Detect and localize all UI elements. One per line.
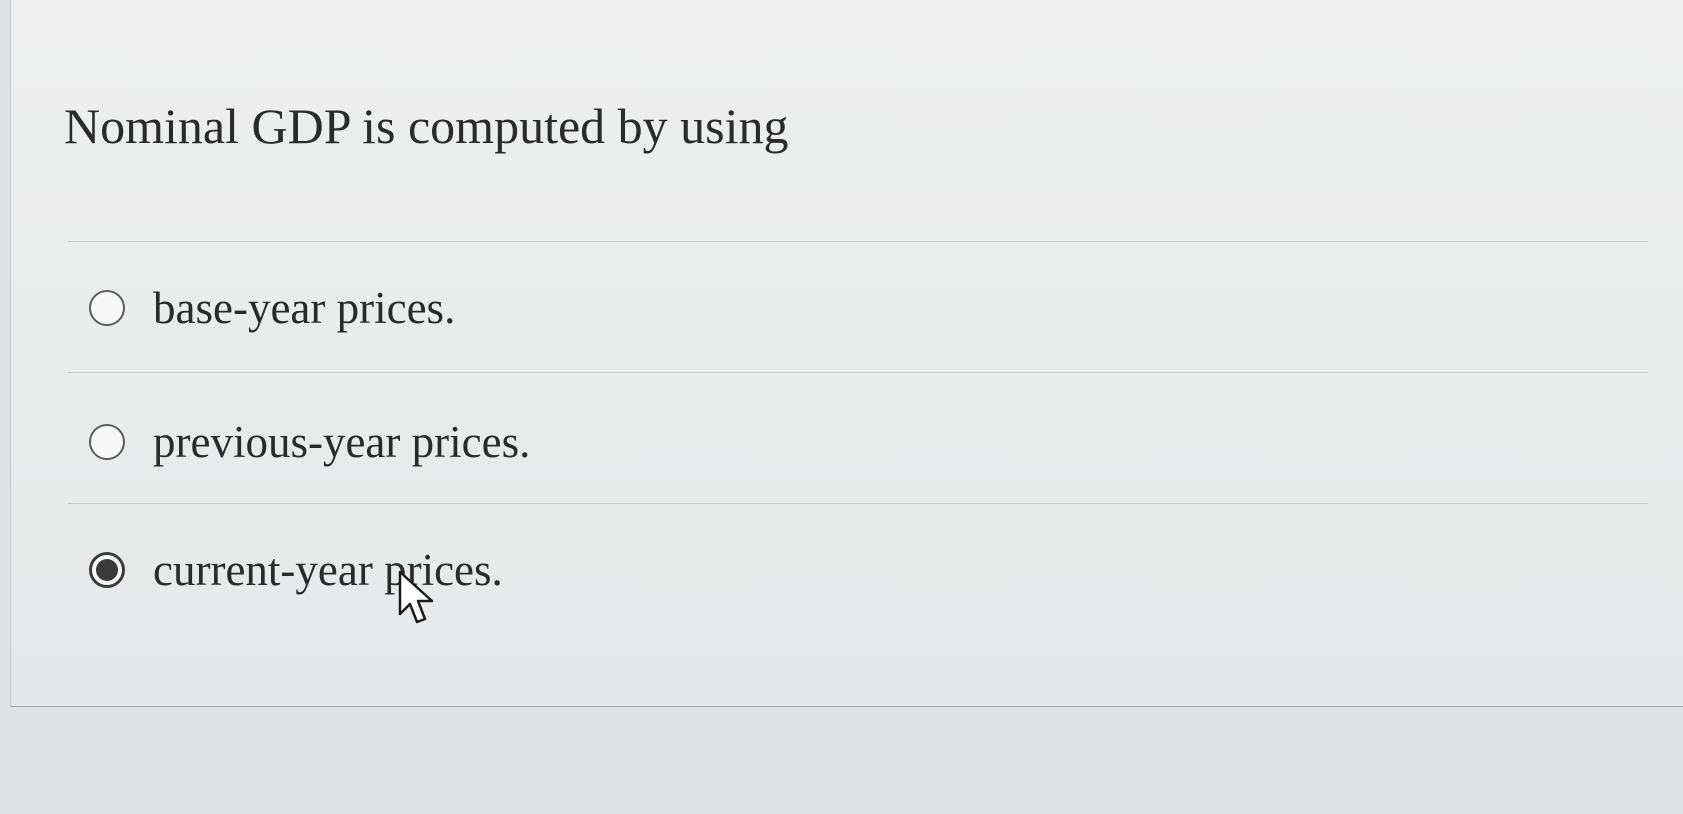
option-label: base-year prices. [153,283,456,333]
option-current-year[interactable]: current-year prices. [89,540,503,600]
radio-filled-icon[interactable] [89,552,125,588]
option-previous-year[interactable]: previous-year prices. [89,412,530,472]
option-label: current-year prices. [153,545,503,595]
radio-empty-icon[interactable] [89,424,125,460]
radio-selected-dot [96,559,118,581]
option-label: previous-year prices. [153,417,531,467]
mouse-pointer-icon [398,570,434,624]
divider [68,372,1648,373]
radio-empty-icon[interactable] [89,290,125,326]
divider [68,503,1648,504]
question-card: Nominal GDP is computed by using base-ye… [10,0,1683,707]
option-base-year[interactable]: base-year prices. [89,278,455,338]
divider [68,241,1648,242]
question-text: Nominal GDP is computed by using [64,98,789,154]
